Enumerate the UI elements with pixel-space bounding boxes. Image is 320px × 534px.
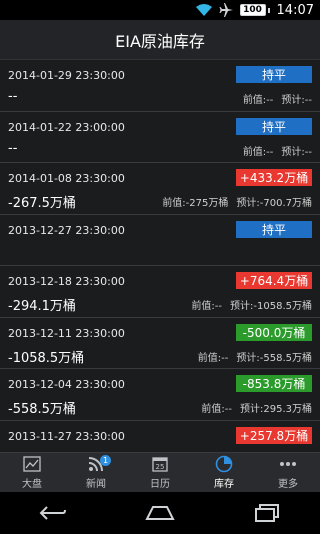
row-date: 2013-12-11 23:30:00 xyxy=(8,326,125,340)
tab-label: 更多 xyxy=(278,479,298,490)
list-item[interactable]: 2013-12-27 23:30:00 持平 xyxy=(0,215,320,266)
recent-apps-icon xyxy=(254,504,279,522)
row-forecast: 预计:-558.5万桶 xyxy=(236,352,312,364)
tab-label: 日历 xyxy=(150,479,170,490)
back-button[interactable] xyxy=(33,498,73,528)
row-date: 2014-01-22 23:00:00 xyxy=(8,120,125,134)
list-item[interactable]: 2014-01-29 23:30:00 -- 持平 前值:-- 预计:-- xyxy=(0,60,320,112)
row-date: 2013-11-27 23:30:00 xyxy=(8,429,125,443)
row-forecast: 预计:-700.7万桶 xyxy=(236,198,312,209)
change-badge: 持平 xyxy=(236,66,312,83)
tab-more[interactable]: 更多 xyxy=(256,453,320,492)
row-actual: -- xyxy=(8,140,18,156)
system-nav-bar xyxy=(0,492,320,534)
tab-label: 大盘 xyxy=(22,479,42,490)
svg-text:25: 25 xyxy=(156,463,165,471)
row-actual: -267.5万桶 xyxy=(8,196,76,211)
row-actual: -- xyxy=(8,89,18,104)
battery-level: 100 xyxy=(243,5,262,15)
back-arrow-icon xyxy=(39,506,67,520)
battery-indicator: 100 xyxy=(239,4,270,16)
title-bar: EIA原油库存 xyxy=(0,20,320,60)
row-date: 2014-01-08 23:30:00 xyxy=(8,172,125,185)
tab-label: 新闻 xyxy=(86,479,106,490)
status-bar: 100 14:07 xyxy=(0,0,320,20)
row-actual: -1058.5万桶 xyxy=(8,350,85,366)
change-badge: +764.4万桶 xyxy=(236,272,312,289)
pie-icon xyxy=(215,455,233,473)
home-icon xyxy=(145,506,175,520)
row-forecast: 预计:-1058.5万桶 xyxy=(230,301,312,312)
tab-inventory[interactable]: 库存 xyxy=(192,453,256,492)
row-forecast: 预计:-- xyxy=(281,146,312,158)
recent-apps-button[interactable] xyxy=(247,498,287,528)
row-forecast: 预计:295.3万桶 xyxy=(240,404,312,415)
list-item[interactable]: 2014-01-22 23:00:00 -- 持平 前值:-- 预计:-- xyxy=(0,112,320,163)
change-badge: +433.2万桶 xyxy=(236,169,312,186)
change-badge: -853.8万桶 xyxy=(236,375,312,392)
row-previous: 前值:-- xyxy=(242,146,274,158)
airplane-icon xyxy=(219,3,233,17)
row-previous: 前值:-- xyxy=(242,95,274,106)
more-icon xyxy=(279,455,297,473)
change-badge: 持平 xyxy=(236,220,312,238)
tab-label: 库存 xyxy=(214,479,234,490)
row-date: 2013-12-04 23:30:00 xyxy=(8,378,125,391)
list-item[interactable]: 2013-12-04 23:30:00 -558.5万桶 -853.8万桶 前值… xyxy=(0,369,320,421)
row-previous: 前值:-- xyxy=(191,301,223,312)
row-actual: -558.5万桶 xyxy=(8,402,76,417)
change-badge: -500.0万桶 xyxy=(236,323,312,341)
list-item[interactable]: 2014-01-08 23:30:00 -267.5万桶 +433.2万桶 前值… xyxy=(0,163,320,215)
home-button[interactable] xyxy=(140,498,180,528)
row-previous: 前值:-- xyxy=(201,404,232,415)
tab-market[interactable]: 大盘 xyxy=(0,453,64,492)
status-clock: 14:07 xyxy=(276,2,314,18)
row-previous: 前值:-275万桶 xyxy=(162,198,229,209)
list-item[interactable]: 2013-12-18 23:30:00 -294.1万桶 +764.4万桶 前值… xyxy=(0,266,320,318)
chart-icon xyxy=(23,455,41,473)
bottom-tab-bar: 大盘 1 新闻 25 日历 库存 更多 xyxy=(0,452,320,492)
row-actual: -294.1万桶 xyxy=(8,299,76,314)
list-item[interactable]: 2013-11-27 23:30:00 +257.8万桶 xyxy=(0,421,320,453)
page-title: EIA原油库存 xyxy=(115,31,205,51)
row-forecast: 预计:-- xyxy=(281,95,312,106)
notification-badge: 1 xyxy=(100,455,111,466)
tab-calendar[interactable]: 25 日历 xyxy=(128,453,192,492)
calendar-icon: 25 xyxy=(151,455,169,473)
change-badge: +257.8万桶 xyxy=(236,426,312,444)
row-previous: 前值:-- xyxy=(197,352,229,364)
list-item[interactable]: 2013-12-11 23:30:00 -1058.5万桶 -500.0万桶 前… xyxy=(0,318,320,369)
wifi-icon xyxy=(195,4,212,16)
tab-news[interactable]: 1 新闻 xyxy=(64,453,128,492)
row-date: 2014-01-29 23:30:00 xyxy=(8,69,125,82)
inventory-list[interactable]: 2014-01-29 23:30:00 -- 持平 前值:-- 预计:-- 201… xyxy=(0,60,320,452)
row-date: 2013-12-27 23:30:00 xyxy=(8,223,125,237)
change-badge: 持平 xyxy=(236,117,312,135)
row-date: 2013-12-18 23:30:00 xyxy=(8,275,125,288)
